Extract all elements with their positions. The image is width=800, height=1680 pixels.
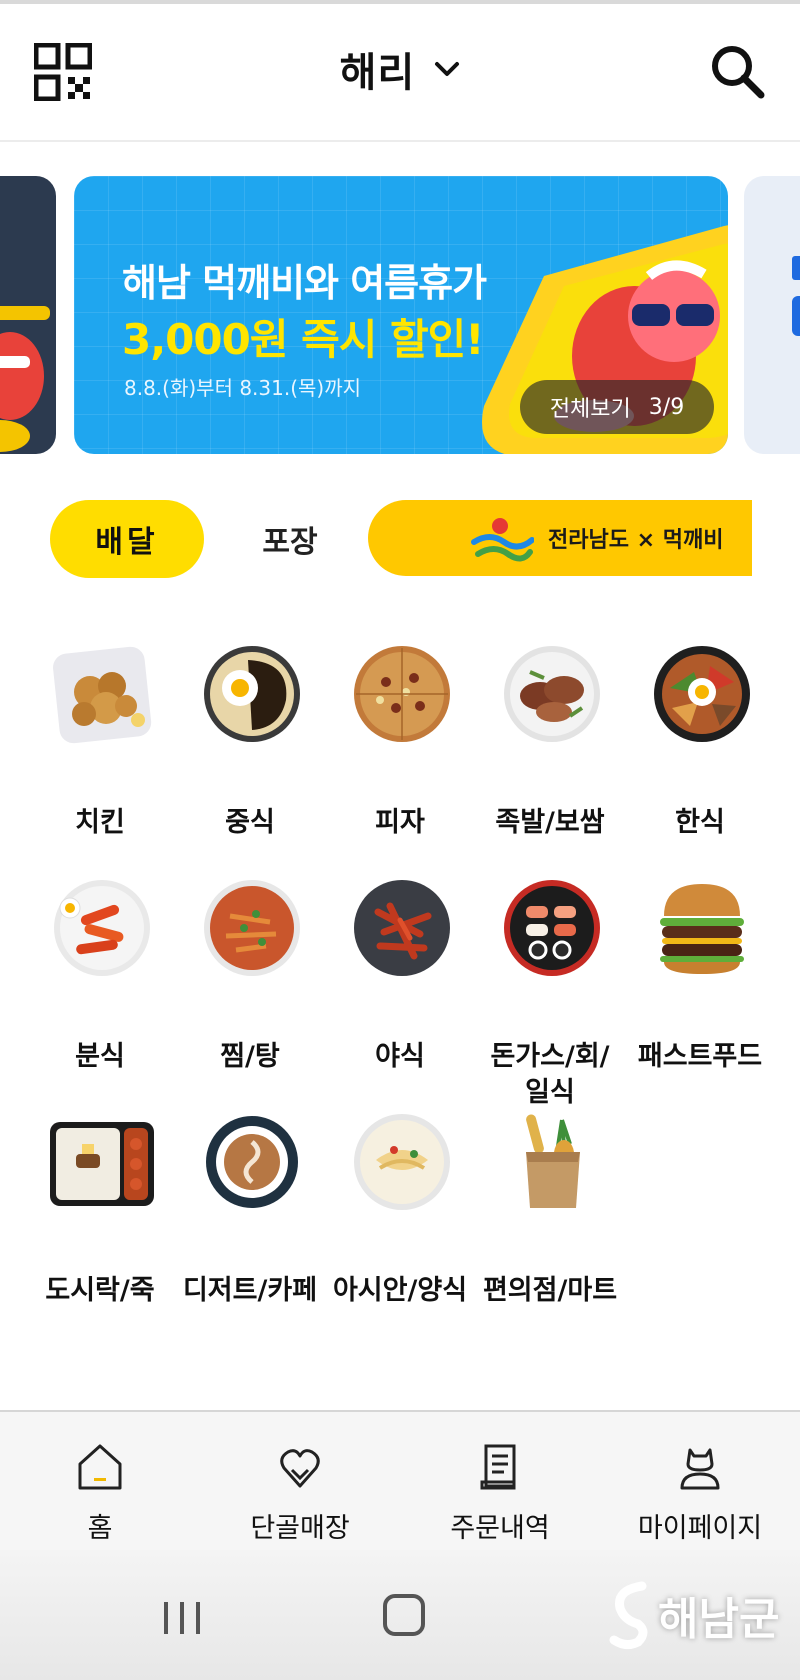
category-label: 족발/보쌈 [495,807,605,838]
category-label: 분식 [75,1041,125,1072]
fried-chicken-icon [53,646,152,744]
grocery-bag-icon [526,1114,580,1208]
bottom-navigation: 홈 단골매장 주문내역 마이페이지 [0,1410,800,1550]
tteokbokki-icon [54,880,150,976]
category-label: 한식 [675,807,725,838]
category-label: 치킨 [75,807,125,838]
prev-banner[interactable] [0,176,56,454]
latte-icon [206,1116,298,1208]
category-chinese[interactable]: 중식 [175,630,325,870]
category-label: 중식 [225,807,275,838]
category-label: 편의점/마트 [482,1275,618,1306]
home-button-icon[interactable] [383,1594,425,1636]
sushi-icon [504,880,600,976]
category-label: 피자 [375,807,425,838]
stew-icon [204,880,300,976]
tab-jeonnam-promo[interactable]: 전라남도 × 먹깨비 [368,500,752,576]
tab-pickup[interactable]: 포장 [230,500,350,578]
category-label: 디저트/카페 [182,1275,318,1306]
category-korean[interactable]: 한식 [625,630,775,870]
category-pizza[interactable]: 피자 [325,630,475,870]
category-label: 패스트푸드 [637,1041,763,1072]
category-fastfood[interactable]: 패스트푸드 [625,864,775,1104]
search-icon[interactable] [708,42,766,100]
nav-label: 주문내역 [450,1513,550,1544]
category-convenience[interactable]: 편의점/마트 [475,1098,625,1338]
pizza-icon [354,646,450,742]
promo-carousel[interactable]: 해남 먹깨비와 여름휴가 3,000원 즉시 할인! 8.8.(화)부터 8.3… [0,176,800,454]
lunchbox-icon [50,1122,154,1206]
banner-view-all-button[interactable]: 전체보기 3/9 [520,380,714,434]
chevron-down-icon[interactable] [434,59,460,79]
system-navigation-bar: 해남군 [0,1550,800,1680]
nav-favorites[interactable]: 단골매장 [200,1440,400,1545]
app-header: 해리 [0,0,800,142]
jokbal-icon [504,646,600,742]
haenam-logo-icon [609,1581,648,1650]
category-stew[interactable]: 찜/탕 [175,864,325,1104]
profile-icon [680,1448,720,1490]
tab-delivery[interactable]: 배달 [50,500,204,578]
status-divider [0,0,800,4]
banner-period: 8.8.(화)부터 8.31.(목)까지 [124,376,362,400]
recent-apps-icon[interactable] [160,1598,204,1638]
banner-headline: 해남 먹깨비와 여름휴가 [122,261,487,305]
nav-label: 단골매장 [250,1513,350,1544]
promo-tab-label: 전라남도 × 먹깨비 [548,528,724,553]
category-bunsik[interactable]: 분식 [25,864,175,1104]
nav-home[interactable]: 홈 [0,1440,200,1545]
bibimbap-icon [654,646,750,742]
haenam-watermark: 해남군 [608,1580,779,1650]
burger-icon [660,884,744,974]
category-dessert[interactable]: 디저트/카페 [175,1098,325,1338]
heart-hand-icon [280,1449,320,1488]
nav-label: 홈 [87,1513,113,1544]
category-label: 야식 [375,1041,425,1072]
category-label: 찜/탕 [220,1041,280,1072]
receipt-icon [480,1444,516,1490]
view-all-label: 전체보기 [549,397,631,422]
category-label: 아시안/양식 [332,1275,468,1306]
mascot-icon [0,306,50,452]
jajangmyeon-icon [204,646,300,742]
category-late-night[interactable]: 야식 [325,864,475,1104]
category-chicken[interactable]: 치킨 [25,630,175,870]
banner-counter: 3/9 [648,394,685,420]
nav-mypage[interactable]: 마이페이지 [600,1440,800,1545]
next-banner[interactable] [744,176,800,454]
category-jokbal[interactable]: 족발/보쌈 [475,630,625,870]
banner-discount: 3,000원 즉시 할인! [122,315,484,364]
jeonnam-logo-icon [471,518,534,562]
category-lunchbox[interactable]: 도시락/죽 [25,1098,175,1338]
location-title[interactable]: 해리 [340,50,416,96]
home-icon [78,1444,122,1490]
location-selector[interactable]: 해리 [0,40,800,98]
spicy-snack-icon [354,880,450,976]
promo-banner[interactable]: 해남 먹깨비와 여름휴가 3,000원 즉시 할인! 8.8.(화)부터 8.3… [74,176,728,454]
nav-label: 마이페이지 [637,1513,763,1544]
category-asian-western[interactable]: 아시안/양식 [325,1098,475,1338]
category-japanese[interactable]: 돈가스/회/일식 [475,864,625,1108]
pasta-icon [354,1114,450,1210]
order-type-tabs: 배달 포장 전라남도 × 먹깨비 [0,500,800,580]
watermark-text: 해남군 [658,1594,780,1645]
category-label: 도시락/죽 [45,1275,155,1306]
nav-orders[interactable]: 주문내역 [400,1440,600,1545]
